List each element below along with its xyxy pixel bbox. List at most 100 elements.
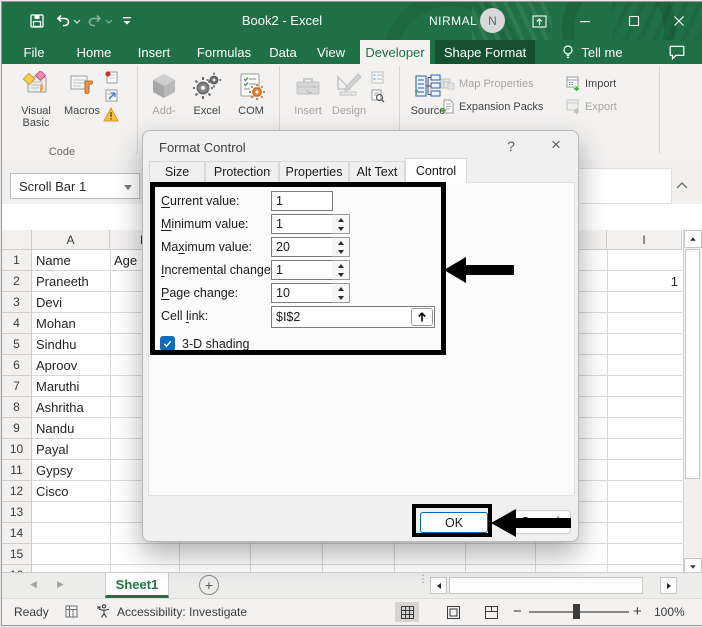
cell-a11[interactable]: Gypsy	[32, 460, 110, 481]
ribbon-tab-insert[interactable]: Insert	[130, 40, 178, 64]
tab-splitter-handle[interactable]: ⋮	[418, 575, 428, 585]
hscroll-left-icon[interactable]	[430, 577, 447, 594]
incremental-change-spin-down-icon[interactable]	[332, 270, 349, 279]
ribbon-tab-tell-me[interactable]: Tell me	[547, 40, 637, 64]
zoom-in-icon[interactable]: +	[633, 603, 642, 620]
page-break-view-icon[interactable]	[479, 602, 503, 622]
undo-icon[interactable]	[54, 12, 72, 30]
comment-icon[interactable]	[668, 43, 686, 66]
row-header-9[interactable]: 9	[2, 418, 32, 439]
collapse-ribbon-icon[interactable]	[676, 176, 688, 194]
row-header-5[interactable]: 5	[2, 334, 32, 355]
redo-icon[interactable]	[86, 12, 104, 30]
ribbon-tab-file[interactable]: File	[14, 40, 54, 64]
dialog-tab-properties[interactable]: Properties	[279, 161, 349, 183]
incremental-change-spinner[interactable]	[332, 260, 350, 280]
record-macro-icon[interactable]	[102, 70, 120, 85]
cell-a1[interactable]: Name	[32, 250, 110, 271]
page-change-input[interactable]	[271, 283, 333, 303]
cell-a10[interactable]: Payal	[32, 439, 110, 460]
macro-record-icon[interactable]	[64, 604, 79, 622]
page-layout-view-icon[interactable]	[441, 602, 465, 622]
cell-a2[interactable]: Praneeth	[32, 271, 110, 292]
export-button[interactable]: Export	[565, 99, 617, 114]
maximum-value-spinner[interactable]	[332, 237, 350, 257]
minimum-value-spin-down-icon[interactable]	[332, 224, 349, 233]
3d-shading-checkbox[interactable]	[160, 336, 175, 351]
user-name[interactable]: NIRMAL	[429, 14, 477, 28]
minimum-value-spinner[interactable]	[332, 214, 350, 234]
cancel-button[interactable]: Cancel	[509, 510, 571, 534]
minimum-value-spin-up-icon[interactable]	[332, 215, 349, 224]
ribbon-display-options-icon[interactable]	[528, 10, 550, 32]
row-header-2[interactable]: 2	[2, 271, 32, 292]
ribbon-tab-formulas[interactable]: Formulas	[190, 40, 258, 64]
zoom-slider-handle[interactable]	[573, 604, 580, 619]
incremental-change-spin-up-icon[interactable]	[332, 261, 349, 270]
row-header-3[interactable]: 3	[2, 292, 32, 313]
visual-basic-button[interactable]: Visual Basic	[10, 70, 62, 129]
page-change-spin-up-icon[interactable]	[332, 284, 349, 293]
map-properties-button[interactable]: Map Properties	[439, 76, 534, 91]
status-accessibility[interactable]: Accessibility: Investigate	[117, 605, 247, 619]
incremental-change-input[interactable]	[271, 260, 333, 280]
save-icon[interactable]	[28, 12, 46, 30]
dialog-help-icon[interactable]: ?	[501, 138, 521, 158]
dialog-tab-protection[interactable]: Protection	[205, 161, 279, 183]
row-header-8[interactable]: 8	[2, 397, 32, 418]
maximum-value-spin-up-icon[interactable]	[332, 238, 349, 247]
customize-qat-icon[interactable]	[118, 12, 136, 30]
maximum-value-spin-down-icon[interactable]	[332, 247, 349, 256]
vertical-scrollbar[interactable]	[683, 230, 702, 576]
relative-references-icon[interactable]	[102, 88, 120, 103]
ribbon-tab-developer[interactable]: Developer	[360, 40, 430, 64]
column-header-a[interactable]: A	[32, 230, 110, 250]
row-header-15[interactable]: 15	[2, 544, 32, 565]
row-header-6[interactable]: 6	[2, 355, 32, 376]
ribbon-tab-data[interactable]: Data	[262, 40, 304, 64]
hscroll-thumb[interactable]	[449, 577, 643, 594]
scroll-up-icon[interactable]	[684, 230, 702, 248]
zoom-out-icon[interactable]: −	[513, 603, 522, 620]
select-all-corner[interactable]	[2, 230, 32, 250]
expansion-packs-button[interactable]: Expansion Packs	[439, 99, 543, 114]
macro-security-warning-icon[interactable]	[102, 107, 120, 122]
sheet-nav-right-icon[interactable]: ▶	[57, 579, 64, 590]
cell-i2[interactable]: 1	[607, 271, 682, 292]
name-box-dropdown-icon[interactable]	[124, 185, 132, 190]
row-header-11[interactable]: 11	[2, 460, 32, 481]
import-button[interactable]: Import	[565, 76, 616, 91]
dialog-close-icon[interactable]: ×	[545, 135, 567, 157]
vertical-scroll-thumb[interactable]	[685, 249, 700, 479]
add-ins-button[interactable]: Add-	[144, 70, 184, 117]
ribbon-tab-view[interactable]: View	[308, 40, 354, 64]
cell-a7[interactable]: Maruthi	[32, 376, 110, 397]
avatar[interactable]: N	[480, 8, 505, 33]
sheet-tab-sheet1[interactable]: Sheet1	[105, 573, 169, 598]
dialog-tab-size[interactable]: Size	[149, 161, 205, 183]
ok-button[interactable]: OK	[420, 512, 488, 533]
row-header-12[interactable]: 12	[2, 481, 32, 502]
name-box[interactable]: Scroll Bar 1	[10, 173, 140, 199]
row-header-4[interactable]: 4	[2, 313, 32, 334]
hscroll-right-icon[interactable]	[660, 577, 677, 594]
maximize-icon[interactable]	[623, 10, 645, 32]
page-change-spin-down-icon[interactable]	[332, 293, 349, 302]
new-sheet-button[interactable]: +	[199, 575, 219, 595]
minimize-icon[interactable]	[574, 10, 596, 32]
control-properties-icon[interactable]	[368, 70, 386, 85]
row-header-7[interactable]: 7	[2, 376, 32, 397]
accessibility-icon[interactable]	[96, 603, 112, 622]
cell-a9[interactable]: Nandu	[32, 418, 110, 439]
cell-link-collapse-button[interactable]	[411, 308, 433, 326]
row-header-10[interactable]: 10	[2, 439, 32, 460]
design-mode-button[interactable]: Design	[325, 70, 373, 117]
dialog-tab-alt-text[interactable]: Alt Text	[349, 161, 405, 183]
row-header-13[interactable]: 13	[2, 502, 32, 523]
maximum-value-input[interactable]	[271, 237, 333, 257]
insert-controls-button[interactable]: Insert	[286, 70, 330, 117]
normal-view-icon[interactable]	[395, 602, 419, 622]
page-change-spinner[interactable]	[332, 283, 350, 303]
cell-a3[interactable]: Devi	[32, 292, 110, 313]
cell-a6[interactable]: Aproov	[32, 355, 110, 376]
